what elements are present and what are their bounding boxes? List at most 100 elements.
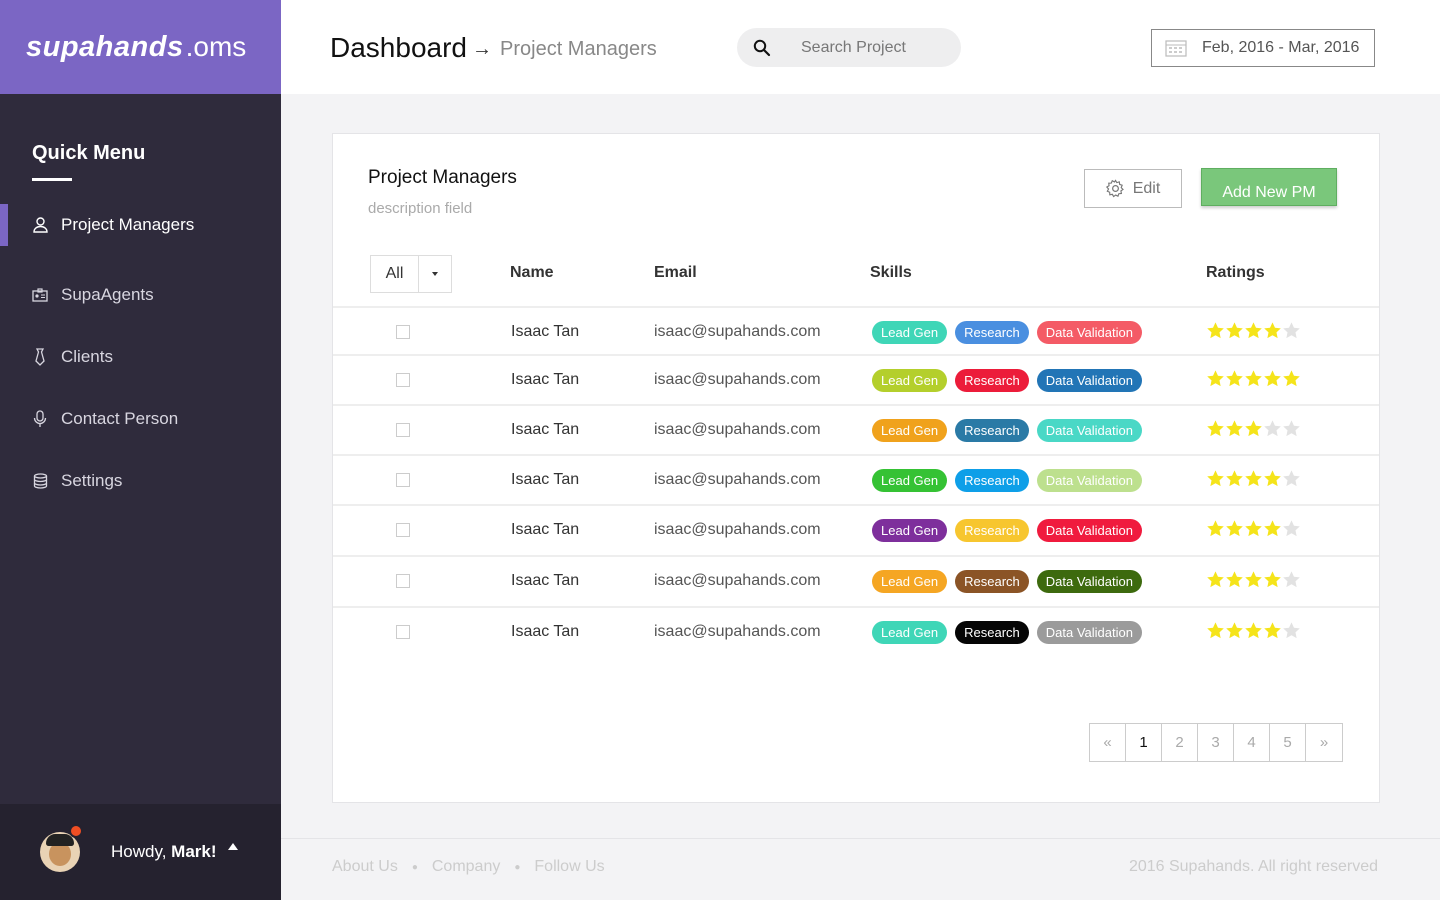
sidebar-item-settings[interactable]: Settings <box>0 450 281 512</box>
skill-tag: Lead Gen <box>872 469 948 492</box>
star-filled-icon <box>1207 370 1224 387</box>
footer-link-follow[interactable]: Follow Us <box>534 858 604 876</box>
skill-tag: Research <box>955 419 1029 442</box>
table-row[interactable]: Isaac Tan isaac@supahands.com Lead Gen Rese… <box>333 456 1379 506</box>
card-description: description field <box>368 200 473 217</box>
row-checkbox[interactable] <box>396 625 410 639</box>
footer-link-company[interactable]: Company <box>432 858 500 876</box>
pm-name: Isaac Tan <box>511 471 580 488</box>
column-header-email[interactable]: Email <box>654 264 697 282</box>
row-checkbox[interactable] <box>396 373 410 387</box>
rating-stars <box>1206 621 1301 640</box>
skill-tags: Lead Gen Research Data Validation <box>872 321 1150 344</box>
sidebar-item-supaagents[interactable]: SupaAgents <box>0 264 281 326</box>
star-filled-icon <box>1245 622 1262 639</box>
star-filled-icon <box>1226 520 1243 537</box>
star-empty-icon <box>1283 520 1300 537</box>
brand-logo[interactable]: supahands .oms <box>0 0 281 94</box>
row-checkbox[interactable] <box>396 473 410 487</box>
row-checkbox[interactable] <box>396 574 410 588</box>
filter-dropdown[interactable]: All <box>370 255 452 293</box>
user-menu[interactable]: Howdy, Mark! <box>0 804 281 900</box>
rating-stars <box>1206 419 1301 438</box>
copyright: 2016 Supahands. All right reserved <box>1128 858 1378 875</box>
star-filled-icon <box>1207 622 1224 639</box>
chevron-down-icon[interactable] <box>419 256 451 292</box>
prev-page-button[interactable]: « <box>1090 724 1126 761</box>
sidebar-item-contact-person[interactable]: Contact Person <box>0 388 281 450</box>
next-page-button[interactable]: » <box>1306 724 1342 761</box>
table-row[interactable]: Isaac Tan isaac@supahands.com Lead Gen Rese… <box>333 356 1379 406</box>
pm-name: Isaac Tan <box>511 371 580 388</box>
sidebar-item-clients[interactable]: Clients <box>0 326 281 388</box>
date-range-picker[interactable]: Feb, 2016 - Mar, 2016 <box>1151 29 1375 67</box>
sidebar-item-project-managers[interactable]: Project Managers <box>0 204 281 246</box>
quick-menu-heading: Quick Menu <box>32 142 146 164</box>
date-range-value: Feb, 2016 - Mar, 2016 <box>1202 39 1360 56</box>
user-greeting: Howdy, Mark! <box>111 842 217 862</box>
page-4-button[interactable]: 4 <box>1234 724 1270 761</box>
star-filled-icon <box>1226 322 1243 339</box>
search-bar[interactable] <box>737 28 961 67</box>
sidebar-item-label: Settings <box>61 471 123 490</box>
star-filled-icon <box>1226 622 1243 639</box>
page-3-button[interactable]: 3 <box>1198 724 1234 761</box>
table-row[interactable]: Isaac Tan isaac@supahands.com Lead Gen Rese… <box>333 308 1379 356</box>
star-filled-icon <box>1226 470 1243 487</box>
skill-tag: Research <box>955 321 1029 344</box>
pm-table-body: Isaac Tan isaac@supahands.com Lead Gen Rese… <box>333 308 1379 658</box>
page-5-button[interactable]: 5 <box>1270 724 1306 761</box>
skill-tags: Lead Gen Research Data Validation <box>872 469 1150 492</box>
footer-link-about[interactable]: About Us <box>332 858 398 876</box>
table-row[interactable]: Isaac Tan isaac@supahands.com Lead Gen Rese… <box>333 608 1379 658</box>
notification-badge <box>69 824 83 838</box>
breadcrumb-current: Project Managers <box>500 38 657 60</box>
star-empty-icon <box>1283 470 1300 487</box>
filter-value[interactable]: All <box>371 256 419 292</box>
avatar-hair <box>46 834 74 846</box>
table-row[interactable]: Isaac Tan isaac@supahands.com Lead Gen Rese… <box>333 406 1379 456</box>
star-empty-icon <box>1283 322 1300 339</box>
caret-up-icon[interactable] <box>228 843 238 850</box>
star-filled-icon <box>1264 322 1281 339</box>
skill-tag: Data Validation <box>1036 469 1142 492</box>
table-row[interactable]: Isaac Tan isaac@supahands.com Lead Gen Rese… <box>333 557 1379 608</box>
breadcrumb-arrow-icon: → <box>472 38 492 60</box>
table-row[interactable]: Isaac Tan isaac@supahands.com Lead Gen Rese… <box>333 506 1379 557</box>
pm-email: isaac@supahands.com <box>654 471 821 488</box>
row-checkbox[interactable] <box>396 325 410 339</box>
rating-stars <box>1206 519 1301 538</box>
column-header-ratings[interactable]: Ratings <box>1206 264 1265 282</box>
skill-tags: Lead Gen Research Data Validation <box>872 621 1150 644</box>
search-input[interactable] <box>801 38 941 57</box>
sidebar-item-label: Clients <box>61 347 113 366</box>
skill-tag: Research <box>955 369 1029 392</box>
rating-stars <box>1206 570 1301 589</box>
pm-name: Isaac Tan <box>511 521 580 538</box>
avatar[interactable] <box>40 832 80 872</box>
pm-name: Isaac Tan <box>511 623 580 640</box>
edit-button-label: Edit <box>1132 179 1161 197</box>
star-empty-icon <box>1264 420 1281 437</box>
add-new-pm-button[interactable]: Add New PM <box>1201 168 1337 206</box>
star-filled-icon <box>1264 370 1281 387</box>
footer-divider <box>281 838 1440 839</box>
row-checkbox[interactable] <box>396 523 410 537</box>
pm-email: isaac@supahands.com <box>654 521 821 538</box>
column-header-skills[interactable]: Skills <box>870 264 912 282</box>
sidebar: supahands .oms Quick Menu Project Manage… <box>0 0 281 900</box>
sidebar-item-label: SupaAgents <box>61 285 154 304</box>
star-filled-icon <box>1264 470 1281 487</box>
search-icon[interactable] <box>753 39 771 57</box>
row-checkbox[interactable] <box>396 423 410 437</box>
column-header-name[interactable]: Name <box>510 264 554 282</box>
pm-email: isaac@supahands.com <box>654 323 821 340</box>
edit-button[interactable]: Edit <box>1084 169 1182 208</box>
id-card-icon <box>32 287 48 303</box>
page-title[interactable]: Dashboard <box>330 32 467 64</box>
page-2-button[interactable]: 2 <box>1162 724 1198 761</box>
page-1-button[interactable]: 1 <box>1126 724 1162 761</box>
user-icon <box>32 217 48 233</box>
star-filled-icon <box>1245 322 1262 339</box>
skill-tag: Data Validation <box>1036 621 1142 644</box>
